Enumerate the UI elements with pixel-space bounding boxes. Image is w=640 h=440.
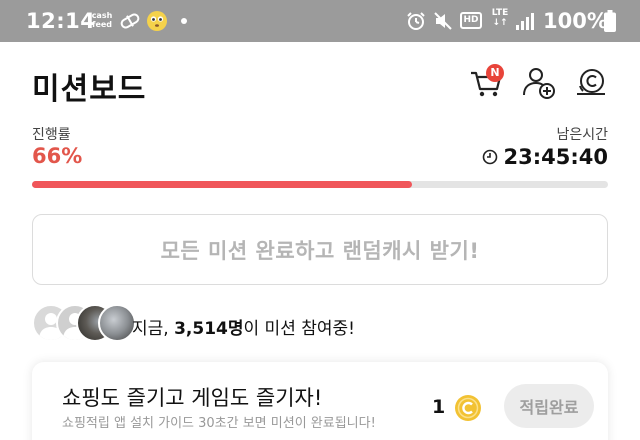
progress-label: 진행률	[32, 127, 71, 143]
avatar	[98, 304, 136, 342]
status-time: 12:14	[26, 9, 96, 33]
coin-history-icon[interactable]	[573, 64, 609, 100]
participant-avatars	[32, 304, 136, 344]
mission-reward-count: 1	[432, 396, 446, 418]
complete-reward-button[interactable]: 적립완료	[504, 384, 594, 428]
pill-icon	[120, 13, 140, 29]
page-title: 미션보드	[32, 72, 147, 107]
notification-dot	[181, 18, 187, 24]
hd-icon: HD	[460, 12, 482, 29]
remaining-time: 23:45:40	[482, 145, 608, 169]
cart-badge: N	[486, 64, 504, 82]
participants-text: 지금, 3,514명이 미션 참여중!	[132, 314, 355, 339]
battery-icon	[604, 10, 616, 32]
cashfeed-icon: cash feed	[91, 11, 113, 29]
mission-title: 쇼핑도 즐기고 게임도 즐기자!	[62, 386, 323, 410]
participants-count: 3,514명	[174, 319, 244, 339]
remaining-time-label: 남은시간	[556, 127, 608, 143]
progress-bar	[32, 181, 608, 188]
coin-icon	[455, 395, 481, 421]
mute-icon	[434, 12, 452, 30]
random-cash-reward-button[interactable]: 모든 미션 완료하고 랜덤캐시 받기!	[32, 214, 608, 285]
battery-percent: 100%	[543, 9, 608, 33]
participants-prefix: 지금,	[132, 319, 175, 339]
add-friend-icon[interactable]	[521, 64, 557, 100]
lte-label: LTE	[491, 8, 509, 18]
progress-value: 66%	[32, 144, 83, 168]
remaining-time-value: 23:45:40	[503, 145, 608, 169]
progress-bar-fill	[32, 181, 413, 188]
signal-icon	[516, 13, 534, 30]
clock-icon	[482, 149, 497, 165]
status-bar: 12:14 cash feed HD LTE ↓↑ 100%	[0, 0, 640, 42]
participants-suffix: 이 미션 참여중!	[243, 319, 355, 339]
emoji-icon	[147, 11, 167, 31]
mission-subtitle: 쇼핑적립 앱 설치 가이드 30초간 보면 미션이 완료됩니다!	[62, 416, 376, 431]
alarm-icon	[407, 12, 425, 30]
lte-icon: LTE ↓↑	[491, 8, 509, 28]
mission-card[interactable]: 쇼핑도 즐기고 게임도 즐기자! 쇼핑적립 앱 설치 가이드 30초간 보면 미…	[32, 362, 608, 440]
